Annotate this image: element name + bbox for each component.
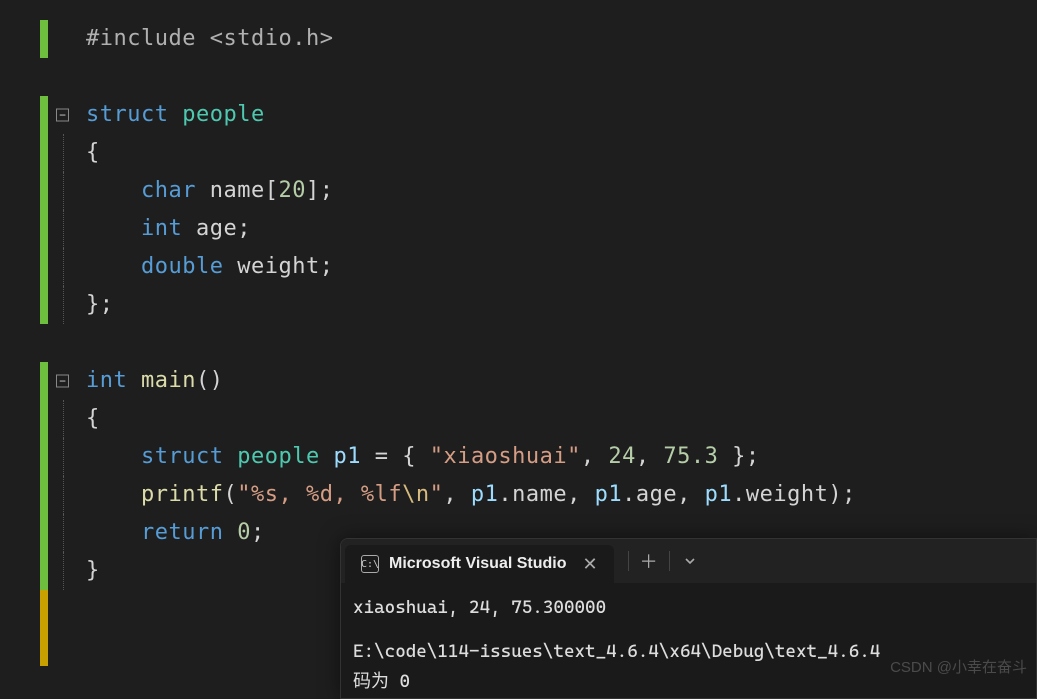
code-line[interactable]: {: [0, 134, 1037, 172]
terminal-window: C:\ Microsoft Visual Studio ✕ ＋ xiaoshua…: [340, 538, 1037, 699]
preproc: #include: [86, 26, 210, 51]
tab-dropdown-button[interactable]: [674, 545, 706, 577]
output-line: E:\code\114-issues\text_4.6.4\x64\Debug\…: [353, 637, 1024, 667]
code-line[interactable]: − struct people: [0, 96, 1037, 134]
code-line[interactable]: #include <stdio.h>: [0, 20, 1037, 58]
cmd-icon: C:\: [361, 555, 379, 573]
divider: [669, 551, 670, 571]
fold-toggle[interactable]: −: [56, 375, 69, 388]
code-line[interactable]: int age;: [0, 210, 1037, 248]
code-line[interactable]: [0, 58, 1037, 96]
code-line[interactable]: {: [0, 400, 1037, 438]
terminal-tab-title: Microsoft Visual Studio: [389, 555, 567, 573]
chevron-down-icon: [684, 555, 696, 567]
code-line[interactable]: char name[20];: [0, 172, 1037, 210]
new-tab-button[interactable]: ＋: [633, 545, 665, 577]
terminal-tab[interactable]: C:\ Microsoft Visual Studio ✕: [345, 545, 614, 583]
output-line: xiaoshuai, 24, 75.300000: [353, 593, 1024, 623]
code-line[interactable]: };: [0, 286, 1037, 324]
terminal-output[interactable]: xiaoshuai, 24, 75.300000 E:\code\114-iss…: [341, 583, 1036, 699]
output-line: 码为 0: [353, 667, 1024, 697]
code-line[interactable]: struct people p1 = { "xiaoshuai", 24, 75…: [0, 438, 1037, 476]
code-line[interactable]: double weight;: [0, 248, 1037, 286]
close-icon[interactable]: ✕: [583, 554, 598, 575]
fold-toggle[interactable]: −: [56, 109, 69, 122]
code-line[interactable]: − int main(): [0, 362, 1037, 400]
code-line[interactable]: [0, 324, 1037, 362]
divider: [628, 551, 629, 571]
terminal-titlebar[interactable]: C:\ Microsoft Visual Studio ✕ ＋: [341, 539, 1036, 583]
code-line[interactable]: printf("%s, %d, %lf\n", p1.name, p1.age,…: [0, 476, 1037, 514]
